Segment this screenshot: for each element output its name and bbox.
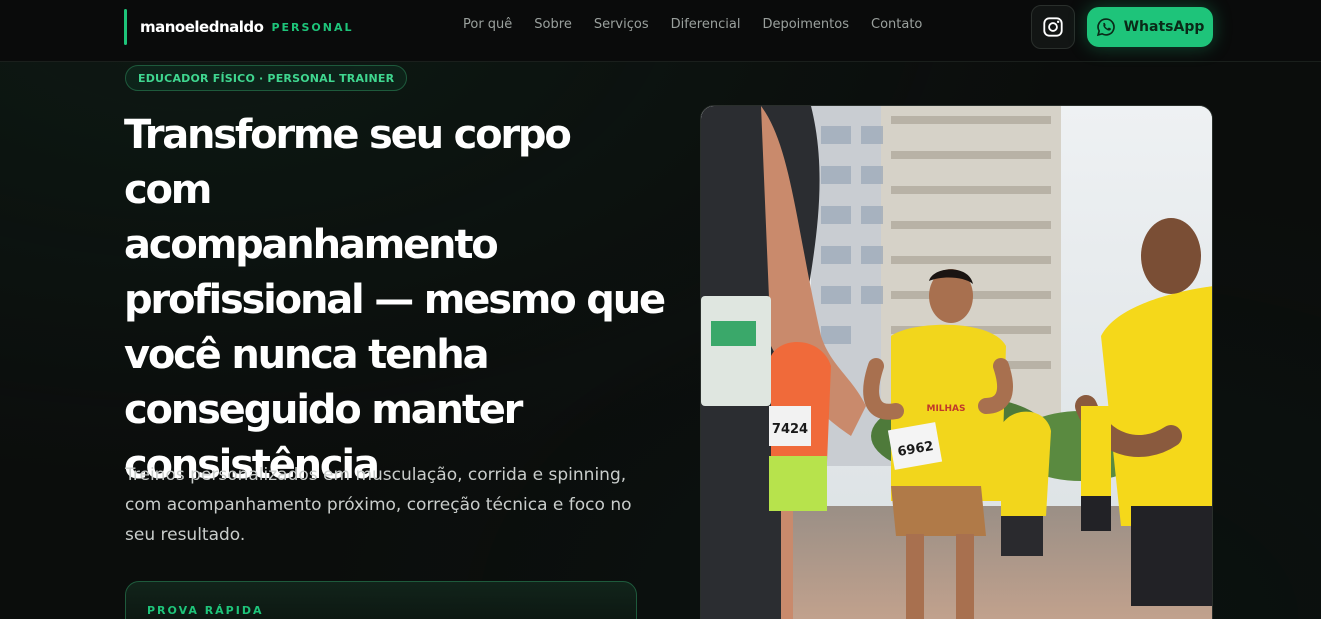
brand-accent-bar bbox=[124, 9, 127, 45]
nav-item-contato[interactable]: Contato bbox=[871, 17, 922, 32]
runners-illustration: 7424 MILHAS 6962 bbox=[701, 106, 1212, 619]
site-header: manoelednaldo PERSONAL Por quê Sobre Ser… bbox=[0, 0, 1321, 62]
whatsapp-button[interactable]: WhatsApp bbox=[1087, 7, 1213, 47]
shirt-text: MILHAS bbox=[926, 404, 965, 414]
instagram-button[interactable] bbox=[1031, 5, 1075, 49]
brand-logo[interactable]: manoelednaldo PERSONAL bbox=[124, 9, 354, 45]
hero-badge: EDUCADOR FÍSICO · PERSONAL TRAINER bbox=[125, 65, 408, 91]
instagram-icon bbox=[1043, 17, 1063, 37]
subtext-line: seu resultado. bbox=[125, 525, 246, 545]
whatsapp-icon bbox=[1096, 18, 1115, 37]
nav-item-sobre[interactable]: Sobre bbox=[534, 17, 572, 32]
hero-subtext: Treinos personalizados em musculação, co… bbox=[125, 460, 635, 550]
subtext-line: Treinos personalizados em musculação, co… bbox=[125, 465, 627, 485]
headline-line: profissional — mesmo que bbox=[124, 277, 666, 323]
nav-item-depoimentos[interactable]: Depoimentos bbox=[762, 17, 849, 32]
brand-tagline: PERSONAL bbox=[271, 20, 354, 34]
nav-item-servicos[interactable]: Serviços bbox=[594, 17, 649, 32]
proof-card: PROVA RÁPIDA bbox=[125, 581, 637, 619]
headline-line: Transforme seu corpo com bbox=[124, 112, 572, 213]
brand-name: manoelednaldo bbox=[140, 18, 264, 36]
nav-item-por-que[interactable]: Por quê bbox=[463, 17, 512, 32]
bib-number-7424: 7424 bbox=[772, 422, 808, 437]
headline-line: você nunca tenha bbox=[124, 332, 490, 378]
hero-photo-runners: 7424 MILHAS 6962 bbox=[700, 105, 1213, 619]
whatsapp-button-label: WhatsApp bbox=[1123, 19, 1205, 35]
main-nav: Por quê Sobre Serviços Diferencial Depoi… bbox=[463, 17, 944, 32]
proof-label: PROVA RÁPIDA bbox=[147, 604, 264, 617]
headline-line: conseguido manter bbox=[124, 387, 523, 433]
headline-line: acompanhamento bbox=[124, 222, 499, 268]
nav-item-diferencial[interactable]: Diferencial bbox=[671, 17, 741, 32]
subtext-line: com acompanhamento próximo, correção téc… bbox=[125, 495, 632, 515]
hero-headline: Transforme seu corpo com acompanhamento … bbox=[124, 108, 666, 493]
